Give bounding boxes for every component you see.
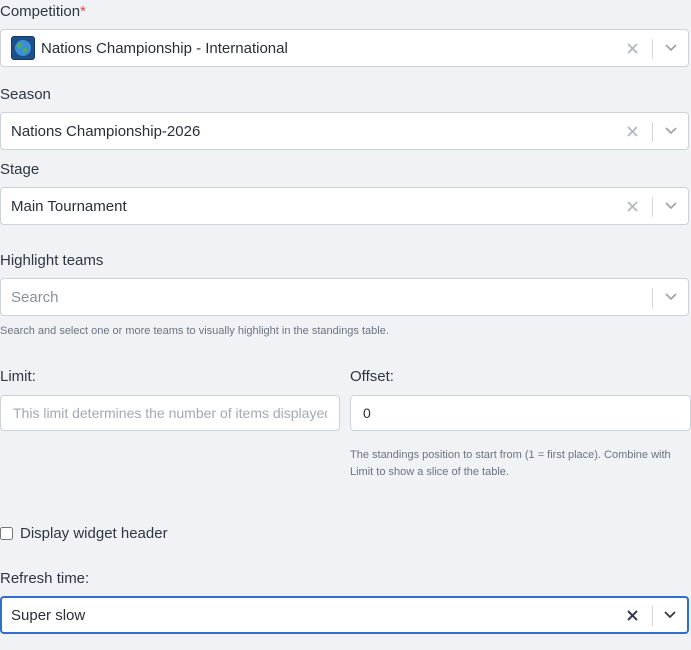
competition-chevron-down-icon[interactable]: [653, 30, 688, 66]
refresh-time-clear-icon[interactable]: [622, 598, 642, 632]
season-value: Nations Championship-2026: [11, 122, 201, 140]
display-header-checkbox[interactable]: [0, 527, 13, 540]
refresh-time-value: Super slow: [11, 606, 86, 624]
highlight-teams-label: Highlight teams: [0, 252, 104, 269]
competition-select[interactable]: Nations Championship - International: [0, 29, 689, 67]
competition-label: Competition*: [0, 3, 86, 20]
season-chevron-down-icon[interactable]: [653, 113, 688, 149]
refresh-time-label: Refresh time:: [0, 570, 90, 587]
refresh-time-select[interactable]: Super slow: [0, 596, 689, 634]
highlight-teams-help: Search and select one or more teams to v…: [0, 325, 389, 337]
competition-value: Nations Championship - International: [11, 30, 288, 66]
stage-label: Stage: [0, 161, 40, 178]
competition-value-text: Nations Championship - International: [41, 39, 288, 57]
required-mark: *: [80, 3, 86, 20]
highlight-teams-select[interactable]: Search: [0, 278, 689, 316]
highlight-teams-placeholder: Search: [11, 288, 59, 306]
globe-icon: [11, 36, 35, 60]
stage-clear-icon[interactable]: [622, 189, 642, 224]
season-select[interactable]: Nations Championship-2026: [0, 112, 689, 150]
stage-select[interactable]: Main Tournament: [0, 187, 689, 225]
highlight-teams-chevron-down-icon[interactable]: [653, 279, 688, 315]
limit-input[interactable]: [0, 395, 340, 431]
season-label: Season: [0, 86, 51, 103]
display-header-label[interactable]: Display widget header: [20, 525, 168, 543]
offset-label: Offset:: [350, 368, 394, 385]
refresh-time-chevron-down-icon[interactable]: [653, 598, 687, 632]
offset-help: The standings position to start from (1 …: [350, 449, 671, 478]
offset-input[interactable]: [350, 395, 691, 431]
competition-clear-icon[interactable]: [622, 31, 642, 66]
season-clear-icon[interactable]: [622, 114, 642, 149]
stage-chevron-down-icon[interactable]: [653, 188, 688, 224]
stage-value: Main Tournament: [11, 197, 127, 215]
limit-label: Limit:: [0, 368, 36, 385]
